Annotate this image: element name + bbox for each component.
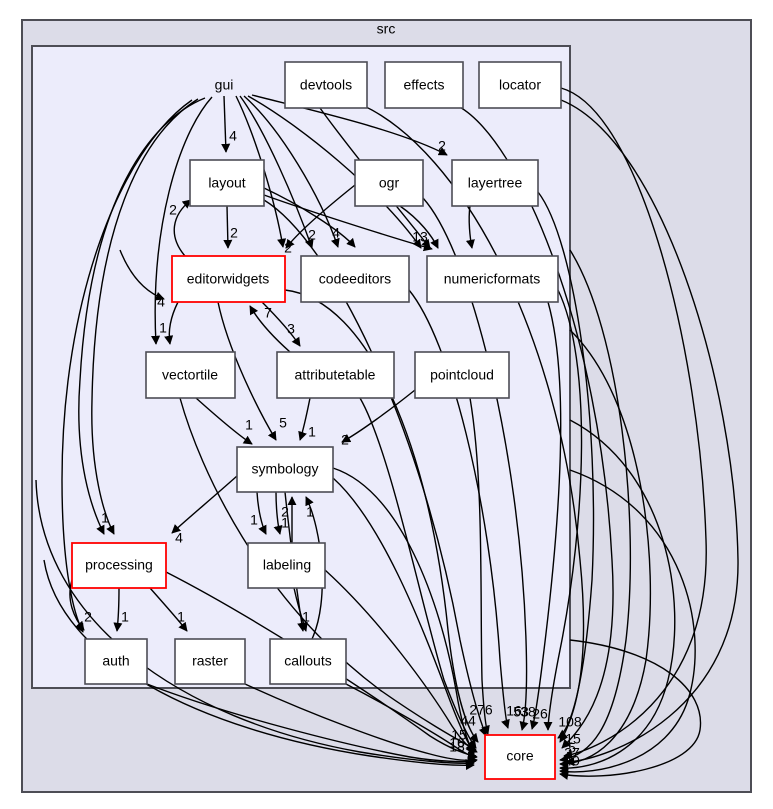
node-vectortile[interactable]: vectortile (145, 351, 236, 399)
core-edge-label: 26 (532, 706, 548, 722)
node-raster-label: raster (192, 653, 228, 669)
edge-label: 2 (284, 240, 292, 256)
node-numericformats-label: numericformats (444, 271, 540, 287)
node-raster[interactable]: raster (174, 638, 246, 685)
edge-label: 4 (332, 225, 340, 241)
node-pointcloud-label: pointcloud (430, 367, 494, 383)
node-processing[interactable]: processing (71, 542, 167, 589)
edge-label: 2 (169, 202, 177, 218)
node-processing-label: processing (85, 557, 153, 573)
node-numericformats[interactable]: numericformats (426, 255, 559, 303)
node-editorwidgets[interactable]: editorwidgets (171, 255, 286, 303)
node-devtools-label: devtools (300, 77, 352, 93)
edge-label: 2 (308, 227, 316, 243)
node-locator-label: locator (499, 77, 541, 93)
node-attributetable-label: attributetable (295, 367, 376, 383)
edge-label: 1 (281, 515, 289, 531)
edge-label: 1 (306, 504, 314, 520)
node-layertree[interactable]: layertree (451, 159, 539, 207)
edge-label: 1 (250, 512, 258, 528)
edge-label: 4 (175, 530, 183, 546)
cluster-src-label: src (377, 21, 396, 37)
edge-label: 13 (412, 229, 428, 245)
node-symbology[interactable]: symbology (236, 446, 334, 493)
node-locator[interactable]: locator (478, 61, 562, 109)
core-edge-label: 40 (564, 753, 580, 769)
edge-label: 1 (159, 320, 167, 336)
edge-label: 3 (287, 321, 295, 337)
node-effects[interactable]: effects (384, 61, 464, 109)
node-ogr[interactable]: ogr (354, 159, 424, 207)
node-auth-label: auth (102, 653, 129, 669)
node-symbology-label: symbology (252, 461, 319, 477)
edge-label: 1 (101, 510, 109, 526)
dependency-graph-canvas: src gui devtools effects locator layout … (0, 0, 773, 809)
node-effects-label: effects (404, 77, 445, 93)
node-callouts-label: callouts (284, 653, 331, 669)
node-vectortile-label: vectortile (162, 367, 218, 383)
node-labeling-label: labeling (263, 557, 311, 573)
node-labeling[interactable]: labeling (247, 542, 326, 589)
node-layertree-label: layertree (468, 175, 523, 191)
node-editorwidgets-label: editorwidgets (187, 271, 270, 287)
edge-layout-editorwidgets (223, 205, 233, 249)
node-core-label: core (506, 748, 533, 764)
node-auth[interactable]: auth (84, 638, 148, 685)
edge-label: 5 (279, 415, 287, 431)
edge-label: 1 (177, 609, 185, 625)
core-edge-label: 108 (558, 714, 582, 730)
node-devtools[interactable]: devtools (284, 61, 368, 109)
node-core[interactable]: core (484, 734, 556, 780)
edge-label: 2 (84, 609, 92, 625)
edge-label: 4 (157, 294, 165, 310)
edge-label: 1 (308, 424, 316, 440)
node-codeeditors[interactable]: codeeditors (300, 255, 410, 303)
edge-label: 2 (341, 432, 349, 448)
node-attributetable[interactable]: attributetable (276, 351, 395, 399)
node-codeeditors-label: codeeditors (319, 271, 391, 287)
edge-label: 2 (230, 225, 238, 241)
node-ogr-label: ogr (379, 175, 400, 191)
node-layout[interactable]: layout (189, 159, 265, 207)
edge-label: 4 (229, 128, 237, 144)
node-pointcloud[interactable]: pointcloud (414, 351, 510, 399)
edge-label: 7 (264, 305, 272, 321)
edge-label: 1 (245, 417, 253, 433)
edge-label: 1 (302, 609, 310, 625)
edge-label: 1 (121, 609, 129, 625)
node-callouts[interactable]: callouts (269, 638, 347, 685)
graph-svg: src gui devtools effects locator layout … (21, 19, 752, 793)
core-edge-label: 18 (449, 739, 465, 755)
edge-label: 2 (438, 138, 446, 154)
cluster-gui-label: gui (215, 77, 234, 93)
node-layout-label: layout (208, 175, 245, 191)
